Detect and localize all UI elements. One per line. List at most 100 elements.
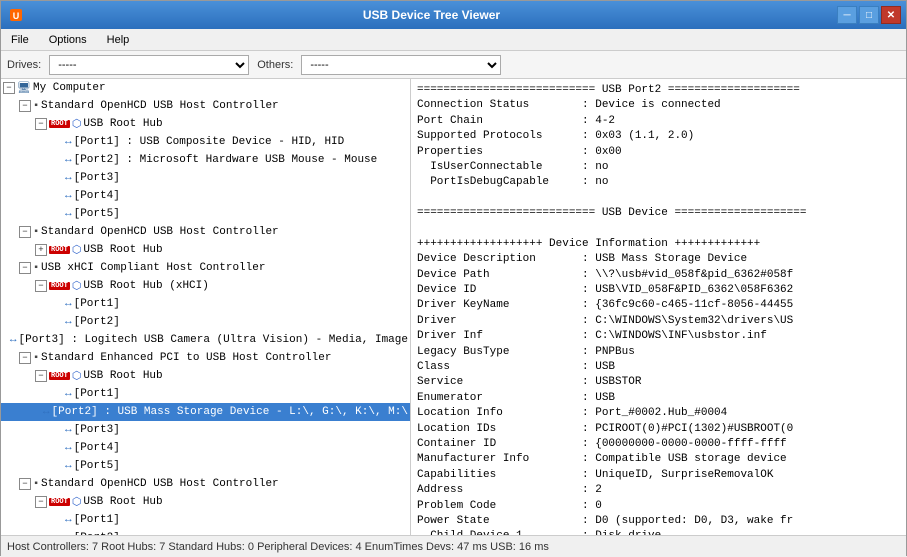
minimize-button[interactable]: ─ xyxy=(837,6,857,24)
tree-item-port5-1[interactable]: ↔[Port1] xyxy=(1,511,410,529)
window-controls: ─ □ ✕ xyxy=(837,6,901,24)
usb-icon: ↔ xyxy=(65,532,72,535)
host-icon: ▪ xyxy=(33,263,39,274)
others-select[interactable]: ----- xyxy=(301,55,501,75)
computer-icon: 🖥 xyxy=(17,81,31,95)
tree-item-port4-5[interactable]: ↔[Port5] xyxy=(1,457,410,475)
tree-item-port1-5[interactable]: ↔[Port5] xyxy=(1,205,410,223)
tree-item-port4-1[interactable]: ↔[Port1] xyxy=(1,385,410,403)
hub-icon: ⬡ xyxy=(72,243,82,257)
tree-item-label: [Port2] xyxy=(74,532,120,535)
tree-item-port5-2[interactable]: ↔[Port2] xyxy=(1,529,410,535)
tree-item-label: USB Root Hub (xHCI) xyxy=(83,280,208,292)
tree-item-port1-1[interactable]: ↔[Port1] : USB Composite Device - HID, H… xyxy=(1,133,410,151)
tree-item-port4-2[interactable]: ↔[Port2] : USB Mass Storage Device - L:\… xyxy=(1,403,410,421)
svg-text:U: U xyxy=(13,11,20,21)
usb-icon: ↔ xyxy=(65,190,72,202)
tree-item-host3[interactable]: −▪USB xHCI Compliant Host Controller xyxy=(1,259,410,277)
menu-item-options[interactable]: Options xyxy=(43,32,93,48)
expand-icon[interactable]: − xyxy=(35,118,47,130)
expand-icon[interactable]: − xyxy=(19,352,31,364)
root-badge: ROOT xyxy=(49,246,70,254)
tree-item-port1-2[interactable]: ↔[Port2] : Microsoft Hardware USB Mouse … xyxy=(1,151,410,169)
tree-item-port4-4[interactable]: ↔[Port4] xyxy=(1,439,410,457)
tree-item-label: [Port3] xyxy=(74,424,120,436)
tree-item-label: [Port2] xyxy=(74,316,120,328)
window-title: USB Device Tree Viewer xyxy=(26,8,837,22)
main-content: −🖥My Computer−▪Standard OpenHCD USB Host… xyxy=(1,79,906,535)
maximize-button[interactable]: □ xyxy=(859,6,879,24)
expand-icon[interactable]: − xyxy=(19,262,31,274)
status-text: Host Controllers: 7 Root Hubs: 7 Standar… xyxy=(7,541,549,553)
tree-item-host4[interactable]: −▪Standard Enhanced PCI to USB Host Cont… xyxy=(1,349,410,367)
root-badge: ROOT xyxy=(49,498,70,506)
expand-icon[interactable]: + xyxy=(35,244,47,256)
tree-item-roothub2[interactable]: +ROOT⬡USB Root Hub xyxy=(1,241,410,259)
menu-item-file[interactable]: File xyxy=(5,32,35,48)
tree-item-port1-3[interactable]: ↔[Port3] xyxy=(1,169,410,187)
usb-icon: ↔ xyxy=(65,298,72,310)
tree-item-label: [Port3] : Logitech USB Camera (Ultra Vis… xyxy=(19,334,408,346)
tree-item-label: USB Root Hub xyxy=(83,370,162,382)
tree-item-port3-1[interactable]: ↔[Port1] xyxy=(1,295,410,313)
tree-item-label: [Port1] xyxy=(74,388,120,400)
tree-item-label: [Port2] : USB Mass Storage Device - L:\,… xyxy=(52,406,408,418)
expand-icon[interactable]: − xyxy=(19,100,31,112)
tree-item-port1-4[interactable]: ↔[Port4] xyxy=(1,187,410,205)
tree-item-label: [Port4] xyxy=(74,442,120,454)
host-icon: ▪ xyxy=(33,353,39,364)
usb-icon: ↔ xyxy=(65,388,72,400)
close-button[interactable]: ✕ xyxy=(881,6,901,24)
drives-label: Drives: xyxy=(7,59,41,71)
detail-text: =========================== USB Port2 ==… xyxy=(413,81,904,535)
host-icon: ▪ xyxy=(33,227,39,238)
status-bar: Host Controllers: 7 Root Hubs: 7 Standar… xyxy=(1,535,906,557)
detail-panel: =========================== USB Port2 ==… xyxy=(411,79,906,535)
tree-item-label: My Computer xyxy=(33,82,106,94)
expand-icon[interactable]: − xyxy=(35,370,47,382)
usb-icon: ↔ xyxy=(65,208,72,220)
tree-item-roothub4[interactable]: −ROOT⬡USB Root Hub xyxy=(1,367,410,385)
tree-panel[interactable]: −🖥My Computer−▪Standard OpenHCD USB Host… xyxy=(1,79,411,535)
tree-item-port3-2[interactable]: ↔[Port2] xyxy=(1,313,410,331)
usb-icon: ↔ xyxy=(10,334,17,346)
drives-select[interactable]: ----- xyxy=(49,55,249,75)
tree-item-mycomputer[interactable]: −🖥My Computer xyxy=(1,79,410,97)
tree-item-label: Standard OpenHCD USB Host Controller xyxy=(41,478,279,490)
tree-item-port4-3[interactable]: ↔[Port3] xyxy=(1,421,410,439)
tree-item-label: Standard Enhanced PCI to USB Host Contro… xyxy=(41,352,331,364)
hub-icon: ⬡ xyxy=(72,279,82,293)
tree-item-host1[interactable]: −▪Standard OpenHCD USB Host Controller xyxy=(1,97,410,115)
tree-item-roothub5[interactable]: −ROOT⬡USB Root Hub xyxy=(1,493,410,511)
usb-icon: ↔ xyxy=(65,424,72,436)
expand-icon[interactable]: − xyxy=(3,82,15,94)
tree-item-roothub1[interactable]: −ROOT⬡USB Root Hub xyxy=(1,115,410,133)
host-icon: ▪ xyxy=(33,101,39,112)
expand-icon[interactable]: − xyxy=(35,496,47,508)
tree-item-label: Standard OpenHCD USB Host Controller xyxy=(41,100,279,112)
expand-icon[interactable]: − xyxy=(19,478,31,490)
tree-item-label: [Port5] xyxy=(74,208,120,220)
tree-item-host2[interactable]: −▪Standard OpenHCD USB Host Controller xyxy=(1,223,410,241)
expand-icon[interactable]: − xyxy=(19,226,31,238)
usb-icon: ↔ xyxy=(65,136,72,148)
tree-item-label: USB xHCI Compliant Host Controller xyxy=(41,262,265,274)
tree-item-label: [Port1] xyxy=(74,298,120,310)
usb-icon: ↔ xyxy=(43,406,50,418)
usb-icon: ↔ xyxy=(65,172,72,184)
tree-item-label: USB Root Hub xyxy=(83,118,162,130)
others-label: Others: xyxy=(257,59,293,71)
tree-item-roothub3[interactable]: −ROOT⬡USB Root Hub (xHCI) xyxy=(1,277,410,295)
app-icon: U xyxy=(6,6,26,24)
menu-item-help[interactable]: Help xyxy=(101,32,136,48)
expand-icon[interactable]: − xyxy=(35,280,47,292)
host-icon: ▪ xyxy=(33,479,39,490)
hub-icon: ⬡ xyxy=(72,117,82,131)
menu-bar: File Options Help xyxy=(1,29,906,51)
tree-item-label: [Port1] : USB Composite Device - HID, HI… xyxy=(74,136,345,148)
root-badge: ROOT xyxy=(49,120,70,128)
tree-item-label: [Port4] xyxy=(74,190,120,202)
tree-item-port3-3[interactable]: ↔[Port3] : Logitech USB Camera (Ultra Vi… xyxy=(1,331,410,349)
tree-item-host5[interactable]: −▪Standard OpenHCD USB Host Controller xyxy=(1,475,410,493)
root-badge: ROOT xyxy=(49,282,70,290)
